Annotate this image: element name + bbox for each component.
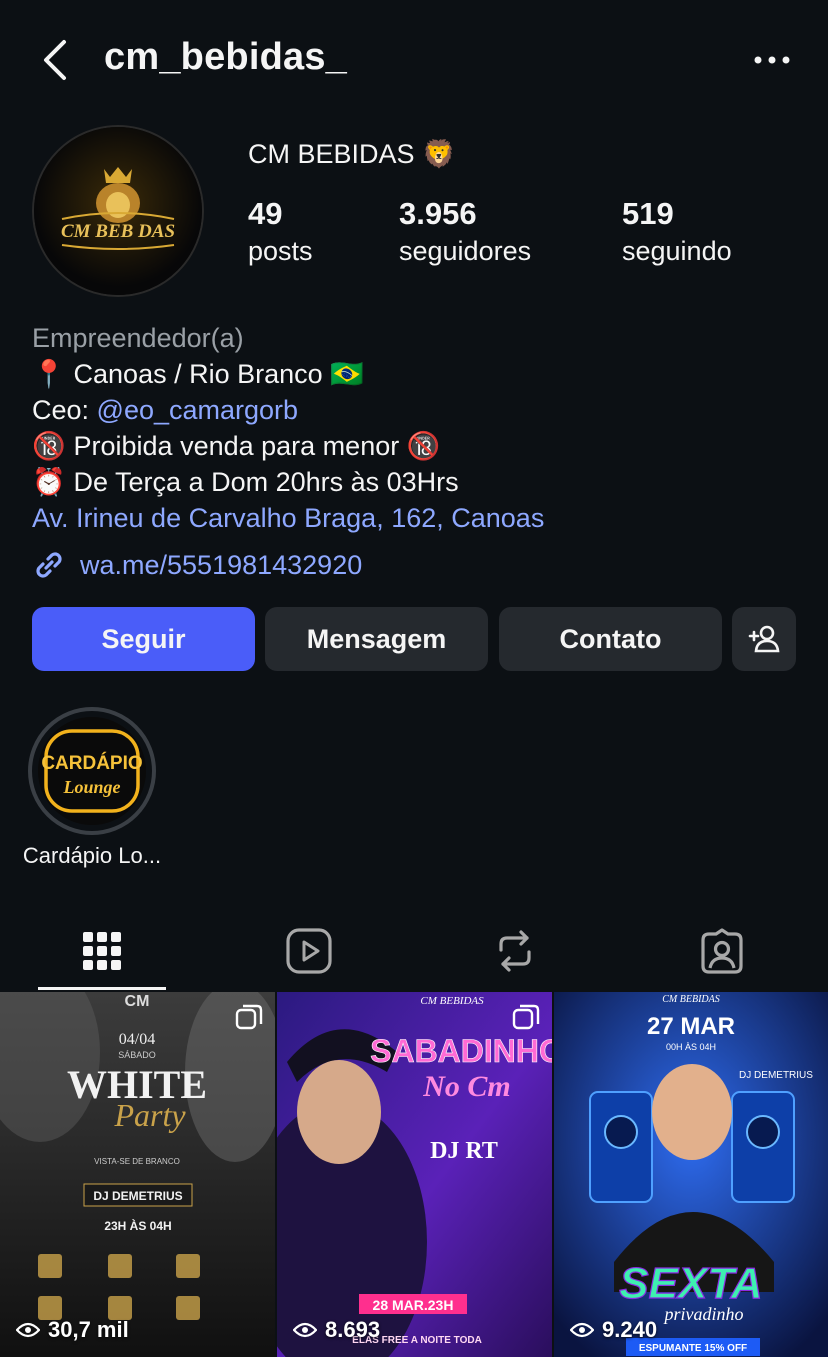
profile-tabs <box>0 910 828 992</box>
profile-avatar[interactable]: CM BEB DAS <box>32 125 204 297</box>
stat-followers[interactable]: 3.956 seguidores <box>399 196 531 267</box>
svg-text:04/04: 04/04 <box>119 1031 155 1048</box>
post-view-count: 30,7 mil <box>16 1317 129 1343</box>
post-tile[interactable]: CM BEBIDAS 27 MAR 00H ÀS 04H DJ DEMETRIU… <box>554 992 828 1357</box>
no-under-18-icon: 🔞 <box>32 431 66 461</box>
brand-logo: CM BEB DAS <box>34 127 202 295</box>
carousel-icon <box>235 1004 263 1030</box>
bio-address-link[interactable]: Av. Irineu de Carvalho Braga, 162, Canoa… <box>32 500 812 536</box>
posts-grid: CM 04/04 SÁBADO WHITE Party VISTA-SE DE … <box>0 992 828 1357</box>
post-views-text: 30,7 mil <box>48 1317 129 1342</box>
post-views-text: 8.693 <box>325 1317 381 1342</box>
pin-icon: 📍 <box>32 359 66 389</box>
svg-text:SÁBADO: SÁBADO <box>118 1050 156 1060</box>
stat-following[interactable]: 519 seguindo <box>622 196 732 267</box>
svg-text:CM BEB DAS: CM BEB DAS <box>61 221 175 242</box>
tab-tagged[interactable] <box>658 910 786 992</box>
link-icon <box>36 552 62 578</box>
stat-value: 3.956 <box>399 196 477 231</box>
stat-label: seguindo <box>622 236 732 266</box>
post-view-count: 8.693 <box>293 1317 380 1343</box>
bio-ceo-line: Ceo: @eo_camargorb <box>32 392 812 428</box>
bio-external-link[interactable]: wa.me/5551981432920 <box>32 545 362 585</box>
bio-age-text: Proibida venda para menor 🔞 <box>73 431 441 461</box>
contact-button[interactable]: Contato <box>499 607 722 671</box>
add-person-icon <box>748 625 780 653</box>
carousel-icon <box>512 1004 540 1030</box>
svg-text:Party: Party <box>113 1097 186 1133</box>
grid-icon <box>83 932 121 970</box>
follow-button[interactable]: Seguir <box>32 607 255 671</box>
svg-text:CM BEBIDAS: CM BEBIDAS <box>420 995 484 1007</box>
post-thumbnail: CM 04/04 SÁBADO WHITE Party VISTA-SE DE … <box>0 992 275 1357</box>
back-button[interactable] <box>38 38 74 82</box>
reels-icon <box>286 928 332 974</box>
more-options-button[interactable] <box>748 44 796 76</box>
bio-hours-line: ⏰ De Terça a Dom 20hrs às 03Hrs <box>32 464 812 500</box>
bio-link-text: wa.me/5551981432920 <box>80 549 363 580</box>
svg-text:DJ RT: DJ RT <box>430 1138 498 1164</box>
chevron-left-icon <box>44 40 66 80</box>
highlight-cover-art: CARDÁPIO Lounge <box>38 717 146 825</box>
svg-text:28 MAR.23H: 28 MAR.23H <box>373 1297 454 1313</box>
bio-category: Empreendedor(a) <box>32 323 244 353</box>
eye-icon <box>16 1322 40 1338</box>
svg-text:SEXTA: SEXTA <box>619 1259 762 1308</box>
bio-location-text: Canoas / Rio Branco 🇧🇷 <box>73 359 364 389</box>
tab-reposts[interactable] <box>451 910 579 992</box>
svg-text:23H ÀS 04H: 23H ÀS 04H <box>104 1218 171 1233</box>
profile-bio: Empreendedor(a) 📍 Canoas / Rio Branco 🇧🇷… <box>32 320 812 536</box>
bio-mention-link[interactable]: @eo_camargorb <box>97 395 299 425</box>
post-thumbnail: CM BEBIDAS SABADINHO No Cm DJ RT 28 MAR.… <box>277 992 552 1357</box>
eye-icon <box>293 1322 317 1338</box>
svg-text:No Cm: No Cm <box>422 1070 511 1103</box>
svg-text:DJ DEMETRIUS: DJ DEMETRIUS <box>739 1070 813 1081</box>
profile-username: cm_bebidas_ <box>104 36 347 78</box>
svg-text:CM BEBIDAS: CM BEBIDAS <box>662 994 720 1005</box>
bio-hours-text: De Terça a Dom 20hrs às 03Hrs <box>73 467 459 497</box>
tab-reels[interactable] <box>245 910 373 992</box>
svg-text:CM: CM <box>125 993 150 1010</box>
post-tile[interactable]: CM 04/04 SÁBADO WHITE Party VISTA-SE DE … <box>0 992 275 1357</box>
top-bar: cm_bebidas_ <box>0 0 828 120</box>
svg-text:Lounge: Lounge <box>62 777 120 797</box>
tagged-icon <box>701 928 743 974</box>
post-view-count: 9.240 <box>570 1317 657 1343</box>
post-thumbnail: CM BEBIDAS 27 MAR 00H ÀS 04H DJ DEMETRIU… <box>554 992 828 1357</box>
profile-display-name: CM BEBIDAS 🦁 <box>248 139 456 169</box>
bio-age-line: 🔞 Proibida venda para menor 🔞 <box>32 428 812 464</box>
suggest-accounts-button[interactable] <box>732 607 796 671</box>
stat-posts[interactable]: 49 posts <box>248 196 313 267</box>
stat-label: seguidores <box>399 236 532 266</box>
alarm-clock-icon: ⏰ <box>32 467 66 497</box>
tab-grid[interactable] <box>38 910 166 992</box>
svg-text:CARDÁPIO: CARDÁPIO <box>41 752 142 774</box>
svg-text:VISTA-SE DE BRANCO: VISTA-SE DE BRANCO <box>94 1157 180 1166</box>
highlight-cover: CARDÁPIO Lounge <box>38 717 146 825</box>
story-highlight[interactable]: CARDÁPIO Lounge <box>28 707 156 835</box>
svg-text:ESPUMANTE 15% OFF: ESPUMANTE 15% OFF <box>639 1343 747 1354</box>
svg-text:SABADINHO: SABADINHO <box>370 1033 552 1069</box>
repost-icon <box>499 930 531 972</box>
more-horizontal-icon <box>754 56 790 64</box>
active-tab-indicator <box>38 987 166 990</box>
svg-text:00H ÀS 04H: 00H ÀS 04H <box>666 1042 716 1052</box>
post-tile[interactable]: CM BEBIDAS SABADINHO No Cm DJ RT 28 MAR.… <box>277 992 552 1357</box>
highlight-label: Cardápio Lo... <box>22 843 162 868</box>
svg-text:27 MAR: 27 MAR <box>647 1013 735 1040</box>
message-button[interactable]: Mensagem <box>265 607 488 671</box>
stat-value: 49 <box>248 196 283 231</box>
bio-ceo-prefix: Ceo: <box>32 395 97 425</box>
stat-value: 519 <box>622 196 674 231</box>
eye-icon <box>570 1322 594 1338</box>
stat-label: posts <box>248 236 313 266</box>
svg-text:privadinho: privadinho <box>663 1304 744 1324</box>
svg-text:DJ DEMETRIUS: DJ DEMETRIUS <box>93 1189 182 1203</box>
bio-location-line: 📍 Canoas / Rio Branco 🇧🇷 <box>32 356 812 392</box>
post-views-text: 9.240 <box>602 1317 658 1342</box>
